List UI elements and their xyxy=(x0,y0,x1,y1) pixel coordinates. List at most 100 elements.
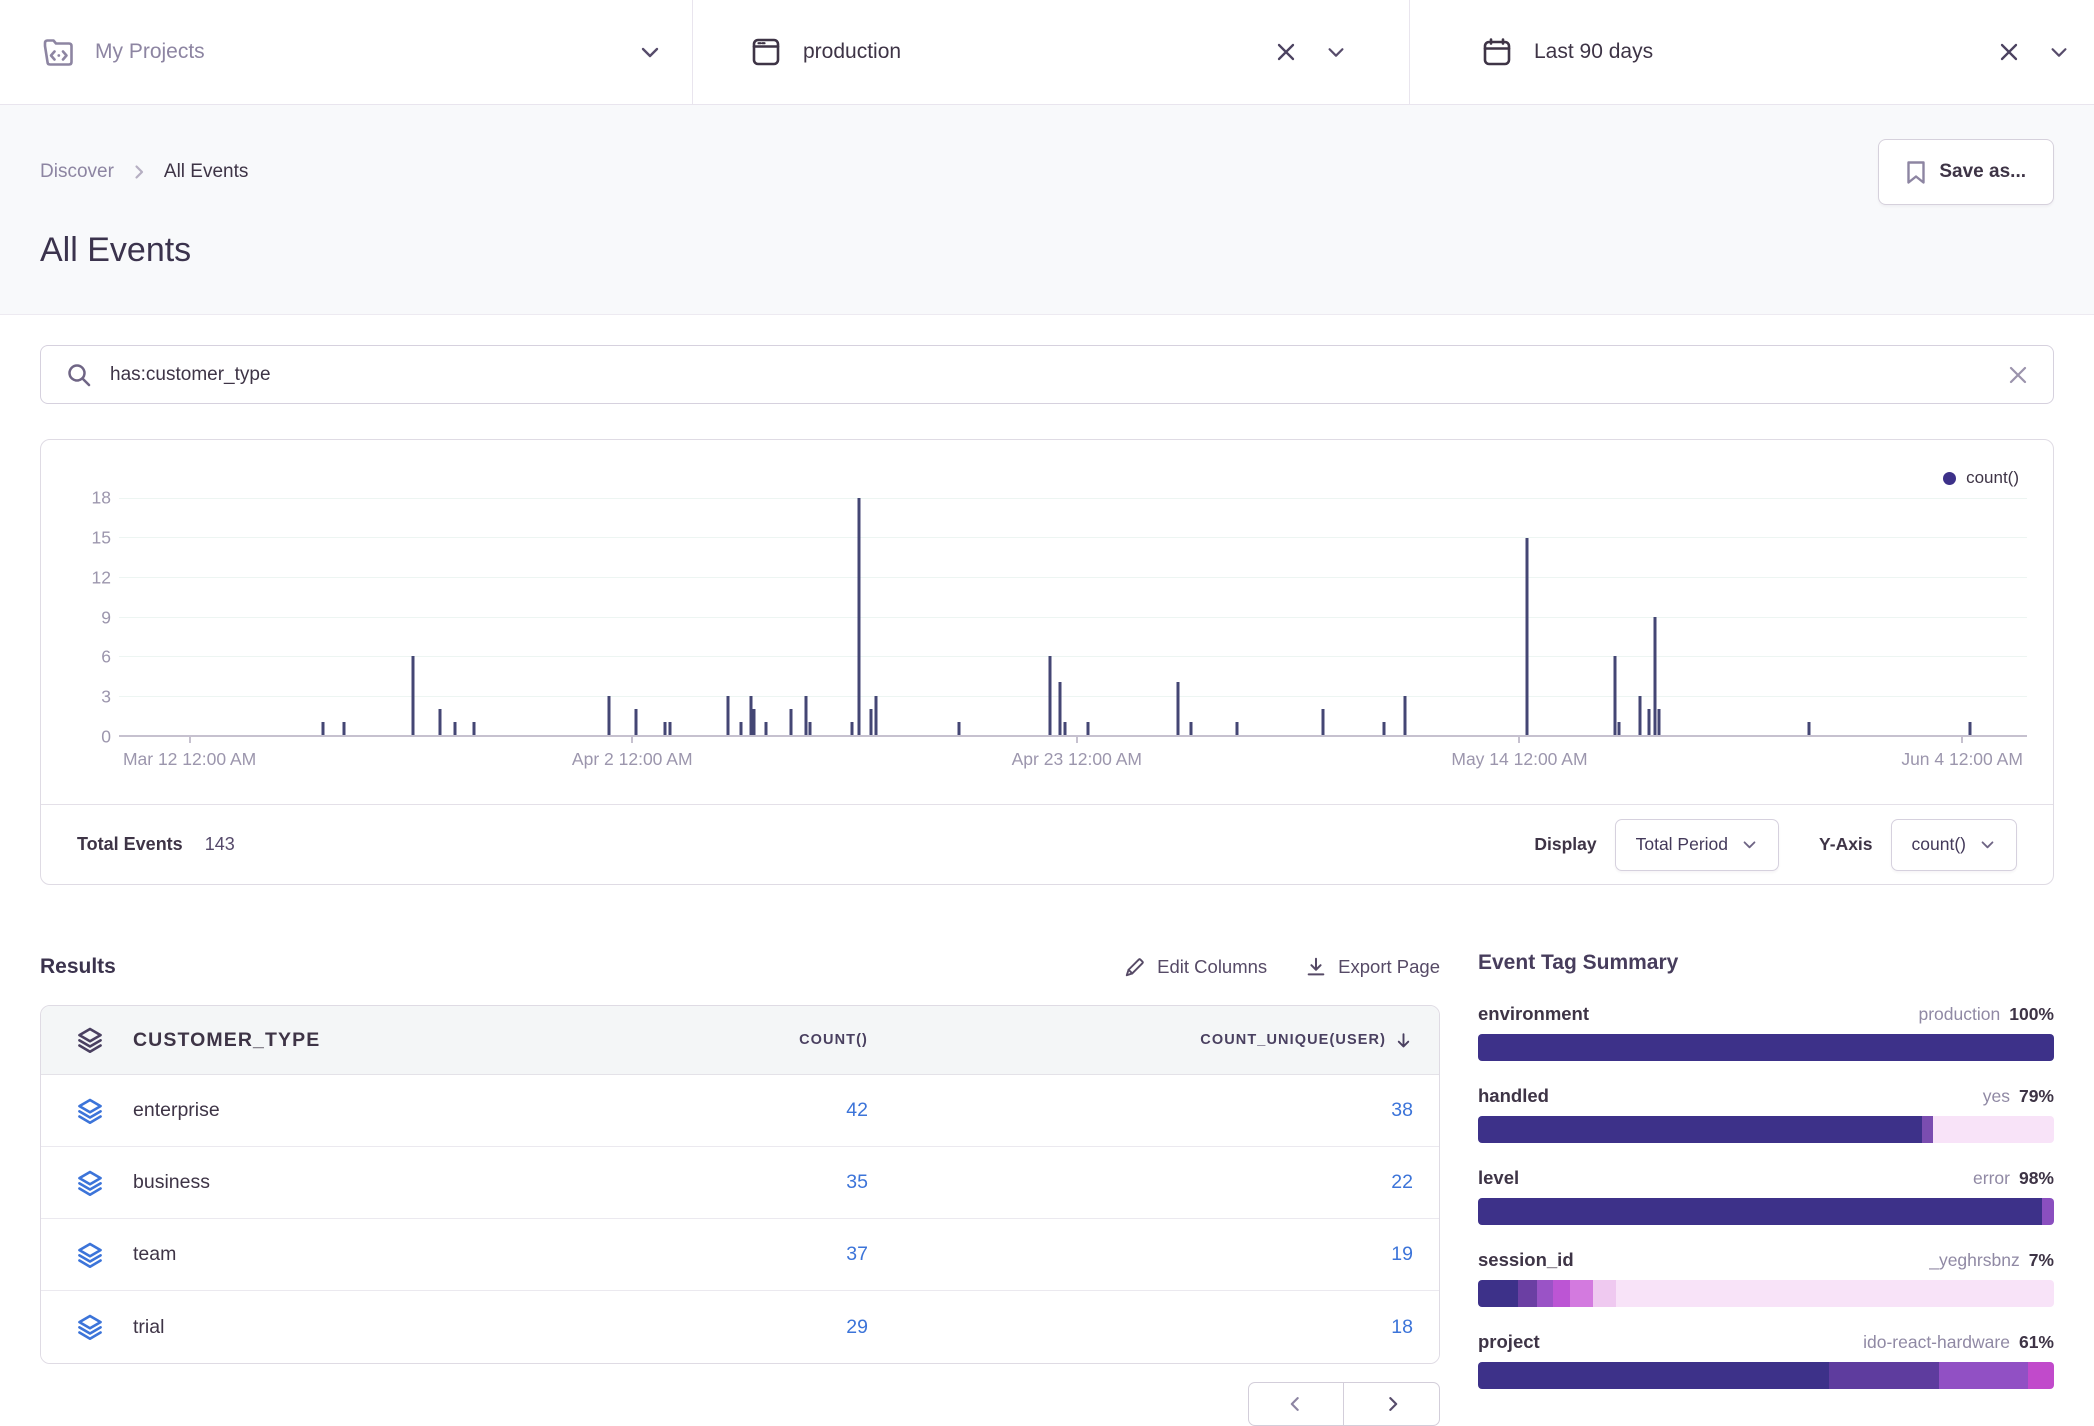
chart-bar xyxy=(1383,722,1386,735)
pagination-next-button[interactable] xyxy=(1343,1382,1440,1426)
pencil-icon xyxy=(1124,956,1146,978)
cell-count-unique-link[interactable]: 18 xyxy=(1391,1316,1413,1339)
chart-bar xyxy=(1617,722,1620,735)
events-chart-panel: count() 0369121518 Mar 12 12:00 AMApr 2 … xyxy=(40,439,2054,885)
tag-bar-segment xyxy=(1478,1116,1922,1143)
tag-name: project xyxy=(1478,1331,1540,1353)
total-events-label: Total Events xyxy=(77,834,183,855)
chart-bar xyxy=(438,709,441,735)
breadcrumb-discover-link[interactable]: Discover xyxy=(40,161,114,183)
clear-date-range-icon[interactable] xyxy=(1998,41,2020,63)
y-axis-tick-label: 9 xyxy=(101,607,111,628)
cell-count-link[interactable]: 37 xyxy=(846,1243,868,1265)
chevron-down-icon[interactable] xyxy=(1325,41,1347,63)
search-input[interactable] xyxy=(110,364,1990,386)
tag-distribution-bar[interactable] xyxy=(1478,1198,2054,1225)
search-icon xyxy=(65,361,93,389)
chart-bar xyxy=(1653,617,1656,736)
pagination-previous-button[interactable] xyxy=(1248,1382,1345,1426)
table-row: team 37 19 xyxy=(41,1219,1439,1291)
export-page-button[interactable]: Export Page xyxy=(1305,956,1440,978)
tag-percent: 61% xyxy=(2019,1332,2054,1353)
tag-percent: 100% xyxy=(2009,1004,2054,1025)
tag-bar-segment xyxy=(1593,1280,1616,1307)
chevron-left-icon xyxy=(1286,1394,1306,1414)
cell-customer-type: business xyxy=(133,1171,653,1194)
chart-bar xyxy=(1613,656,1616,735)
stack-icon[interactable] xyxy=(77,1314,133,1340)
tag-name: level xyxy=(1478,1167,1519,1189)
projects-folder-icon xyxy=(40,34,77,71)
edit-columns-button[interactable]: Edit Columns xyxy=(1124,956,1267,978)
chart-bar xyxy=(957,722,960,735)
chart-bar xyxy=(663,722,666,735)
chart-bar xyxy=(804,696,807,735)
stack-icon[interactable] xyxy=(77,1242,133,1268)
sort-desc-arrow-icon xyxy=(1394,1031,1413,1050)
chevron-down-icon[interactable] xyxy=(2048,41,2070,63)
clear-environment-icon[interactable] xyxy=(1275,41,1297,63)
cell-count-unique-link[interactable]: 38 xyxy=(1391,1099,1413,1122)
page-title: All Events xyxy=(40,231,2054,270)
x-axis-tick xyxy=(1518,735,1520,743)
environment-selector-label: production xyxy=(803,40,901,64)
chart-bar xyxy=(1638,696,1641,735)
chart-bar xyxy=(726,696,729,735)
x-axis-tick-label: Apr 23 12:00 AM xyxy=(1012,749,1142,770)
chart-plot[interactable]: Mar 12 12:00 AMApr 2 12:00 AMApr 23 12:0… xyxy=(119,498,2027,737)
y-axis-dropdown-value: count() xyxy=(1912,834,1966,855)
tag-bar-segment xyxy=(1939,1362,2028,1389)
column-header-count-unique-user[interactable]: COUNT_UNIQUE(USER) xyxy=(868,1031,1413,1050)
stack-icon[interactable] xyxy=(77,1170,133,1196)
display-dropdown[interactable]: Total Period xyxy=(1615,819,1779,871)
tag-distribution-bar[interactable] xyxy=(1478,1034,2054,1061)
total-events-value: 143 xyxy=(205,834,235,855)
table-row: business 35 22 xyxy=(41,1147,1439,1219)
x-axis-tick-label: May 14 12:00 AM xyxy=(1451,749,1587,770)
tag-distribution-bar[interactable] xyxy=(1478,1116,2054,1143)
results-table-body: enterprise4238business3522team3719trial2… xyxy=(41,1075,1439,1363)
tag-bar-segment xyxy=(1537,1280,1553,1307)
tag-distribution-bar[interactable] xyxy=(1478,1362,2054,1389)
clear-search-icon[interactable] xyxy=(2007,364,2029,386)
pagination xyxy=(40,1382,1440,1426)
chart-bar xyxy=(749,696,752,735)
y-axis-dropdown[interactable]: count() xyxy=(1891,819,2017,871)
chart-bar xyxy=(1968,722,1971,735)
chart-bar xyxy=(343,722,346,735)
cell-count-unique-link[interactable]: 19 xyxy=(1391,1243,1413,1266)
tag-distribution-bar[interactable] xyxy=(1478,1280,2054,1307)
column-header-customer-type[interactable]: CUSTOMER_TYPE xyxy=(133,1029,653,1052)
chart-footer: Total Events 143 Display Total Period Y-… xyxy=(41,804,2053,884)
column-header-count[interactable]: COUNT() xyxy=(653,1032,868,1048)
tag-bar-segment xyxy=(1933,1116,2054,1143)
tag-bar-segment xyxy=(1829,1362,1938,1389)
chart-gridline xyxy=(119,537,2027,538)
legend-series-dot xyxy=(1943,472,1956,485)
cell-customer-type: team xyxy=(133,1243,653,1266)
tag-summary-row: handledyes79% xyxy=(1478,1085,2054,1143)
cell-count-link[interactable]: 42 xyxy=(846,1099,868,1121)
legend-series-label: count() xyxy=(1966,468,2019,488)
chart-bar xyxy=(411,656,414,735)
cell-count-link[interactable]: 35 xyxy=(846,1171,868,1193)
chart-legend[interactable]: count() xyxy=(1943,468,2019,488)
project-selector[interactable]: My Projects xyxy=(0,0,693,104)
chart-bar xyxy=(869,709,872,735)
x-axis-tick-label: Mar 12 12:00 AM xyxy=(123,749,256,770)
cell-count-link[interactable]: 29 xyxy=(846,1316,868,1338)
save-as-button[interactable]: Save as... xyxy=(1878,139,2054,205)
chart-bar xyxy=(1064,722,1067,735)
chart-bar xyxy=(1236,722,1239,735)
stack-icon[interactable] xyxy=(77,1098,133,1124)
tag-percent: 7% xyxy=(2029,1250,2054,1271)
date-range-label: Last 90 days xyxy=(1534,40,1653,64)
date-range-selector[interactable]: Last 90 days xyxy=(1410,0,2094,104)
chevron-right-icon xyxy=(130,163,148,181)
chevron-down-icon xyxy=(1979,836,1996,853)
cell-count-unique-link[interactable]: 22 xyxy=(1391,1171,1413,1194)
environment-selector[interactable]: production xyxy=(693,0,1410,104)
x-axis-tick xyxy=(631,735,633,743)
display-label: Display xyxy=(1534,834,1596,855)
chart-bar xyxy=(850,722,853,735)
